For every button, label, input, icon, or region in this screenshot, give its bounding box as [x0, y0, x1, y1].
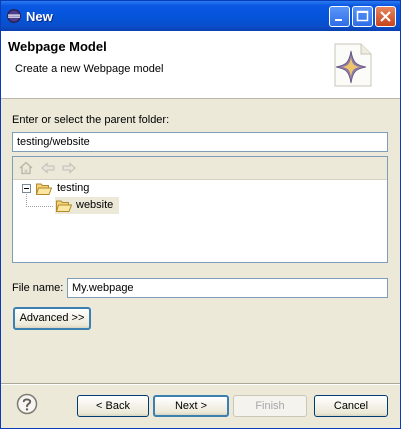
close-icon	[380, 11, 391, 22]
home-icon[interactable]	[19, 161, 33, 175]
footer-separator	[1, 383, 400, 385]
forward-arrow-icon[interactable]	[62, 162, 76, 174]
finish-button[interactable]: Finish	[233, 395, 307, 417]
minimize-icon	[335, 19, 342, 21]
page-description: Create a new Webpage model	[15, 63, 164, 75]
tree-item-website[interactable]: website	[55, 197, 119, 214]
tree-item-label: testing	[57, 182, 90, 194]
maximize-button[interactable]	[352, 6, 373, 27]
open-folder-icon	[36, 183, 52, 195]
minimize-button[interactable]	[329, 6, 350, 27]
title-bar[interactable]: New	[1, 1, 400, 31]
parent-folder-label: Enter or select the parent folder:	[12, 114, 170, 126]
back-arrow-icon[interactable]	[41, 162, 55, 174]
maximize-icon	[356, 10, 369, 22]
folder-tree[interactable]: testing website	[12, 156, 388, 263]
cancel-button[interactable]: Cancel	[314, 395, 388, 417]
wizard-header: Webpage Model Create a new Webpage model	[1, 31, 400, 99]
close-button[interactable]	[375, 6, 396, 27]
webpage-model-wizard-icon	[334, 43, 372, 87]
file-name-input[interactable]: My.webpage	[67, 278, 388, 298]
page-title: Webpage Model	[8, 39, 107, 54]
new-wizard-window: New Webpage Model Create a new Webpage m…	[0, 0, 401, 429]
open-folder-icon	[56, 200, 72, 212]
window-title: New	[26, 9, 53, 24]
back-button[interactable]: < Back	[77, 395, 149, 417]
eclipse-icon	[7, 9, 21, 23]
help-icon[interactable]	[16, 393, 38, 415]
next-button[interactable]: Next >	[153, 395, 229, 417]
collapse-toggle-icon[interactable]	[22, 184, 31, 193]
file-name-label: File name:	[12, 282, 64, 294]
parent-folder-input[interactable]: testing/website	[12, 132, 388, 152]
tree-item-label: website	[76, 199, 114, 211]
tree-toolbar	[13, 157, 387, 180]
advanced-button[interactable]: Advanced >>	[13, 307, 91, 330]
